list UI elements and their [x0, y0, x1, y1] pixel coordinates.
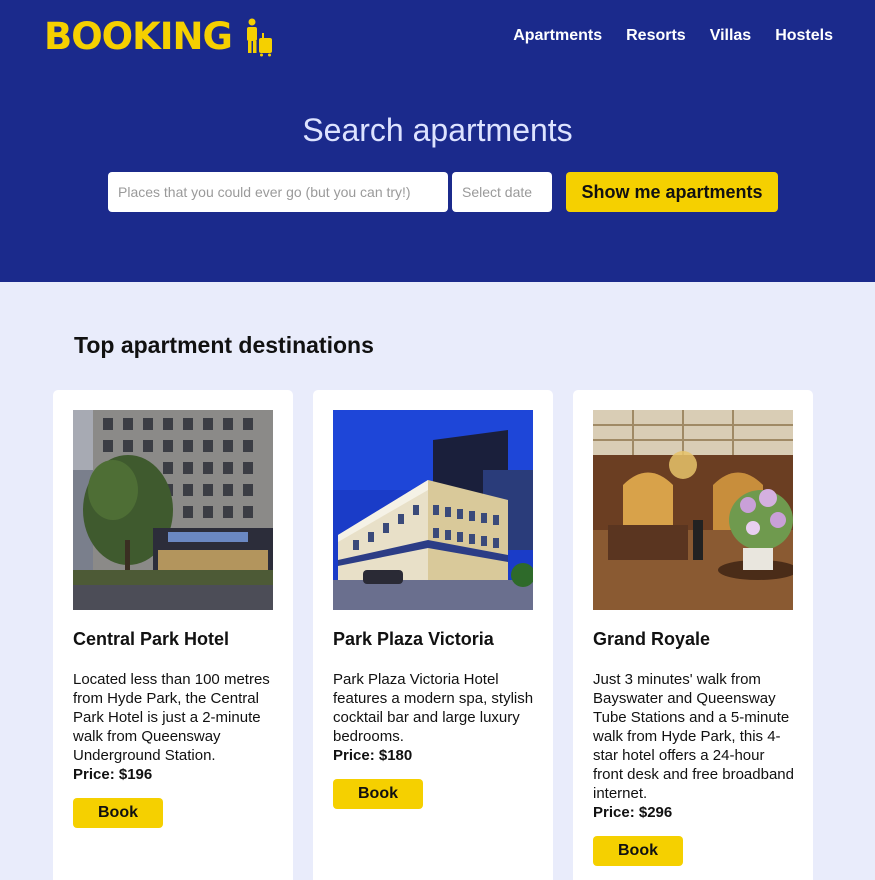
- traveler-with-luggage-icon: [244, 17, 274, 57]
- hotel-photo-park-plaza-victoria[interactable]: [333, 410, 533, 610]
- brand-logo[interactable]: BOOKING: [44, 14, 274, 60]
- book-button[interactable]: Book: [73, 798, 163, 828]
- hotel-name: Central Park Hotel: [73, 629, 230, 649]
- hotel-description: Park Plaza Victoria Hotel features a mod…: [333, 671, 534, 745]
- search-heading: Search apartments: [302, 112, 573, 148]
- hotel-description: Located less than 100 metres from Hyde P…: [73, 671, 270, 764]
- book-button[interactable]: Book: [593, 836, 683, 866]
- hotel-photo-central-park[interactable]: [73, 410, 273, 610]
- brand-name: BOOKING: [44, 15, 233, 58]
- hotel-photo-grand-royale[interactable]: [593, 410, 793, 610]
- section-title: Top apartment destinations: [74, 332, 374, 358]
- show-apartments-button[interactable]: Show me apartments: [566, 172, 778, 212]
- hotel-price: Price: $196: [73, 766, 153, 783]
- destination-search-input[interactable]: [108, 172, 448, 212]
- nav-apartments[interactable]: Apartments: [513, 26, 602, 46]
- search-form: Show me apartments: [108, 172, 778, 212]
- hotel-description: Just 3 minutes' walk from Bayswater and …: [593, 671, 794, 802]
- hero-banner: BOOKING Apartments Resorts Villas Hostel…: [0, 0, 875, 282]
- hotel-name: Park Plaza Victoria: [333, 629, 494, 649]
- hotel-price: Price: $296: [593, 804, 673, 821]
- book-button[interactable]: Book: [333, 779, 423, 809]
- nav-hostels[interactable]: Hostels: [775, 26, 833, 46]
- hotel-price: Price: $180: [333, 747, 413, 764]
- date-input[interactable]: [452, 172, 552, 212]
- hotel-card-park-plaza-victoria: Park Plaza Victoria Park Plaza Victoria …: [313, 390, 553, 880]
- hotel-card-grand-royale: Grand Royale Just 3 minutes' walk from B…: [573, 390, 813, 880]
- nav-resorts[interactable]: Resorts: [626, 26, 686, 46]
- main-nav: Apartments Resorts Villas Hostels: [489, 26, 833, 46]
- hotel-name: Grand Royale: [593, 629, 711, 649]
- nav-villas[interactable]: Villas: [710, 26, 752, 46]
- hotel-card-central-park: Central Park Hotel Located less than 100…: [53, 390, 293, 880]
